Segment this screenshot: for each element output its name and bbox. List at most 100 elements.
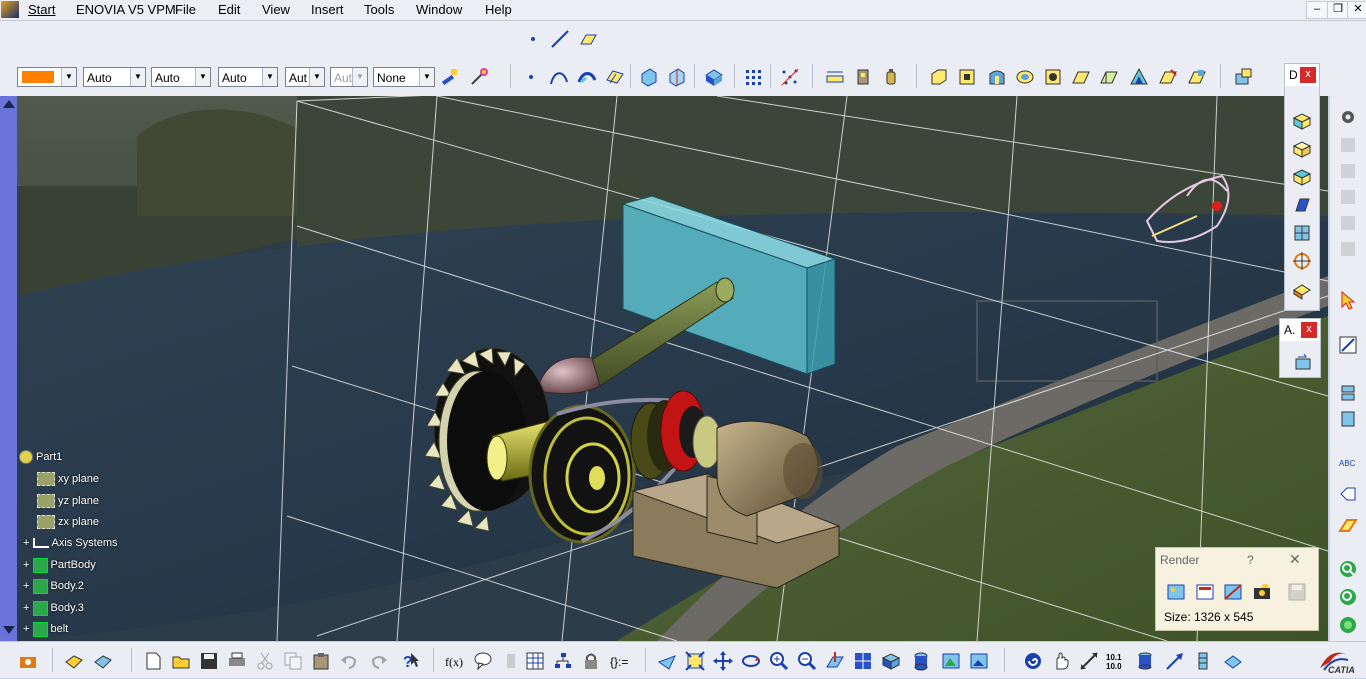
scroll-down-icon[interactable] [3,626,15,634]
product-icon[interactable] [63,650,85,672]
normal-view-icon[interactable] [824,650,846,672]
minimize-button[interactable]: – [1306,1,1328,19]
close-icon[interactable]: ✕ [1289,551,1301,568]
tree-item-body-2[interactable]: + Body.2 [23,577,84,595]
select-arrow-icon[interactable] [1337,289,1359,311]
layer-combo[interactable]: Aut ▼ [285,67,325,87]
grid-icon[interactable] [1337,186,1359,208]
measure-item-icon[interactable] [852,66,874,88]
painter-icon[interactable] [439,66,461,88]
text-icon[interactable]: ABC [1337,452,1359,474]
expand-icon[interactable]: + [23,623,29,635]
grid-icon[interactable] [1337,134,1359,156]
search-icon[interactable] [1337,614,1359,636]
iso-view-icon[interactable] [880,650,902,672]
save-icon[interactable] [1286,581,1308,603]
zoom-in-icon[interactable] [768,650,790,672]
parameters-icon[interactable]: {}:= [608,650,630,672]
close-icon[interactable]: x [1300,67,1316,83]
undo-icon[interactable] [338,650,360,672]
menu-window[interactable]: Window [416,2,462,17]
expand-icon[interactable]: + [23,559,29,571]
groove-icon[interactable] [1014,66,1036,88]
remove-loft-icon[interactable] [1186,66,1208,88]
grid-icon[interactable] [1337,160,1359,182]
line-icon[interactable] [549,28,571,50]
tree-item-zx-plane[interactable]: zx plane [37,513,99,531]
render-settings-icon[interactable] [1194,581,1216,603]
menu-enovia[interactable]: ENOVIA V5 VPM [76,2,176,17]
close-button[interactable]: ✕ [1347,1,1366,19]
hand-icon[interactable] [1050,650,1072,672]
catalog-icon[interactable] [1232,66,1254,88]
comment-icon[interactable] [472,650,494,672]
view-top-icon[interactable] [1291,166,1313,188]
expand-icon[interactable]: + [23,602,29,614]
render-style-combo[interactable]: None ▼ [373,67,435,87]
numeric-display-icon[interactable]: 10.1 10.0 [1104,650,1126,672]
view-front-icon[interactable] [1291,110,1313,132]
menu-tools[interactable]: Tools [364,2,394,17]
loft-icon[interactable] [1157,66,1179,88]
render-compare-icon[interactable] [1222,581,1244,603]
constraint-icon[interactable] [1337,382,1359,404]
sweep-icon[interactable] [576,66,598,88]
open-folder-icon[interactable] [170,650,192,672]
menu-view[interactable]: View [262,2,290,17]
close-icon[interactable]: x [1301,322,1317,338]
camera-icon[interactable] [1251,581,1273,603]
measure-inertia-icon[interactable] [880,66,902,88]
render-image-icon[interactable] [1165,581,1187,603]
shading-icon[interactable] [910,650,932,672]
search-icon[interactable] [1337,586,1359,608]
annotation-icon[interactable] [1337,482,1359,504]
start-menu-icon[interactable] [1,1,19,18]
grid-icon[interactable] [1337,212,1359,234]
constraint-icon[interactable] [1337,408,1359,430]
tree-item-axis-systems[interactable]: + Axis Systems [23,534,118,552]
measure-distance-icon[interactable] [1078,650,1100,672]
sketch-icon[interactable] [1337,334,1359,356]
spline-icon[interactable] [548,66,570,88]
view-iso-icon[interactable] [1291,138,1313,160]
hole-icon[interactable] [1042,66,1064,88]
scroll-up-icon[interactable] [3,100,15,108]
point-symbol-combo[interactable]: Auto ▼ [218,67,278,87]
restore-button[interactable]: ❐ [1327,1,1349,19]
analysis-tool-icon[interactable] [1292,351,1314,373]
shaft-icon[interactable] [986,66,1008,88]
swap-visible-icon[interactable] [968,650,990,672]
tree-icon[interactable] [552,650,574,672]
menu-help[interactable]: Help [485,2,512,17]
point-icon[interactable] [522,28,544,50]
chamfer-icon[interactable] [1337,514,1359,536]
menu-insert[interactable]: Insert [311,2,344,17]
rib-icon[interactable] [1070,66,1092,88]
pad-icon[interactable] [928,66,950,88]
line-thickness-combo[interactable]: Auto ▼ [151,67,211,87]
new-file-icon[interactable] [142,650,164,672]
expand-icon[interactable]: + [23,580,29,592]
hide-show-icon[interactable] [940,650,962,672]
join-icon[interactable] [638,66,660,88]
help-icon[interactable]: ? [398,650,420,672]
layer-filter-icon[interactable] [1222,650,1244,672]
line-type-combo[interactable]: Auto ▼ [83,67,146,87]
print-icon[interactable] [226,650,248,672]
slot-icon[interactable] [1098,66,1120,88]
fit-all-icon[interactable] [684,650,706,672]
tree-item-belt[interactable]: + belt [23,620,68,638]
menu-start[interactable]: Start [28,2,55,17]
camera-icon[interactable] [17,650,39,672]
tree-item-xy-plane[interactable]: xy plane [37,470,99,488]
surface-offset-icon[interactable] [604,66,626,88]
assembly-icon[interactable] [92,650,114,672]
fill-color-combo[interactable]: ▼ [17,67,77,87]
snap-icon[interactable] [1192,650,1214,672]
paste-icon[interactable] [310,650,332,672]
spiral-icon[interactable] [1022,650,1044,672]
knowledge-icon[interactable] [500,650,522,672]
split-icon[interactable] [666,66,688,88]
save-icon[interactable] [198,650,220,672]
gear-icon[interactable] [1337,106,1359,128]
